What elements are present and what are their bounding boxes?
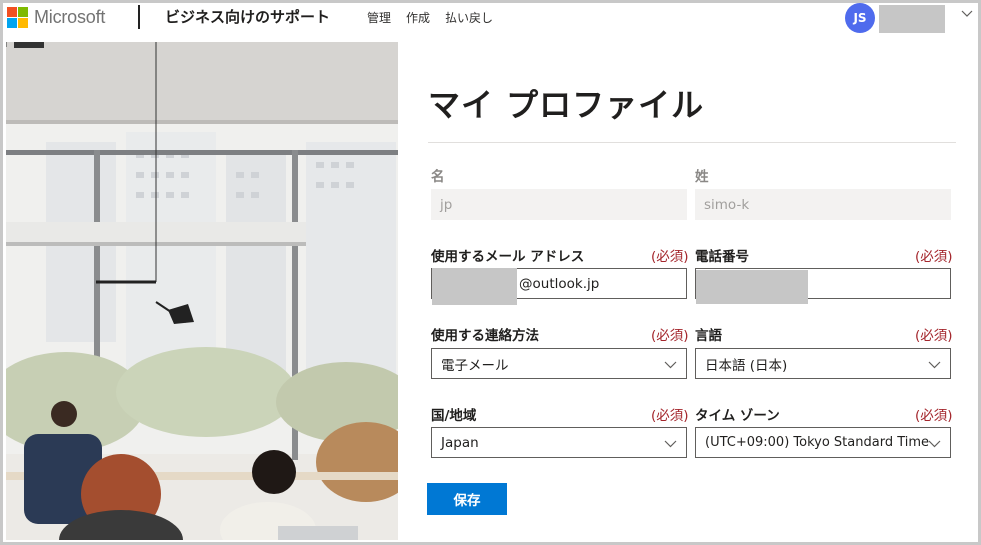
contact-method-value: 電子メール	[441, 357, 509, 374]
phone-required-marker: (必須)	[915, 249, 953, 265]
hero-office-image	[6, 42, 398, 540]
app-title[interactable]: ビジネス向けのサポート	[165, 6, 330, 27]
brand-name[interactable]: Microsoft	[34, 7, 105, 28]
chevron-down-icon	[928, 440, 941, 448]
timezone-value: (UTC+09:00) Tokyo Standard Time	[705, 435, 930, 450]
top-nav: 管理 作成 払い戻し	[367, 9, 493, 26]
phone-field[interactable]	[695, 268, 951, 304]
nav-item-create[interactable]: 作成	[406, 9, 430, 26]
phone-label: 電話番号	[695, 249, 749, 265]
user-name-redacted[interactable]	[879, 5, 945, 33]
language-value: 日本語 (日本)	[705, 357, 788, 374]
contact-method-required-marker: (必須)	[651, 328, 689, 344]
email-domain-value: @outlook.jp	[519, 275, 600, 292]
country-value: Japan	[441, 434, 479, 451]
timezone-required-marker: (必須)	[915, 408, 953, 424]
email-redacted	[432, 268, 517, 305]
chevron-down-icon	[664, 361, 677, 369]
title-divider	[428, 142, 956, 143]
email-required-marker: (必須)	[651, 249, 689, 265]
nav-item-refund[interactable]: 払い戻し	[445, 9, 493, 26]
country-label: 国/地域	[431, 408, 477, 424]
country-required-marker: (必須)	[651, 408, 689, 424]
first-name-label: 名	[431, 169, 445, 185]
language-label: 言語	[695, 328, 722, 344]
nav-item-manage[interactable]: 管理	[367, 9, 391, 26]
email-label: 使用するメール アドレス	[431, 249, 585, 265]
timezone-select[interactable]: (UTC+09:00) Tokyo Standard Time	[695, 427, 951, 458]
country-select[interactable]: Japan	[431, 427, 687, 458]
last-name-field: simo-k	[695, 189, 951, 220]
avatar-initials: JS	[853, 11, 867, 25]
timezone-label: タイム ゾーン	[695, 408, 780, 424]
chevron-down-icon	[928, 361, 941, 369]
contact-method-label: 使用する連絡方法	[431, 328, 539, 344]
account-menu-chevron-down-icon[interactable]	[961, 7, 973, 19]
language-required-marker: (必須)	[915, 328, 953, 344]
microsoft-logo-icon[interactable]	[7, 7, 29, 29]
page-title: マイ プロファイル	[428, 86, 705, 124]
first-name-field: jp	[431, 189, 687, 220]
language-select[interactable]: 日本語 (日本)	[695, 348, 951, 379]
last-name-value: simo-k	[704, 196, 750, 213]
first-name-value: jp	[440, 196, 453, 213]
last-name-label: 姓	[695, 169, 709, 185]
top-header: Microsoft ビジネス向けのサポート 管理 作成 払い戻し JS	[3, 3, 975, 33]
contact-method-select[interactable]: 電子メール	[431, 348, 687, 379]
office-scene-illustration	[6, 42, 398, 540]
email-field[interactable]: @outlook.jp	[431, 268, 687, 305]
avatar[interactable]: JS	[845, 3, 875, 33]
chevron-down-icon	[664, 440, 677, 448]
phone-redacted	[696, 270, 808, 304]
save-button[interactable]: 保存	[427, 483, 507, 515]
profile-form-panel: マイ プロファイル 名 jp 姓 simo-k 使用するメール アドレス (必須…	[398, 42, 975, 540]
header-divider	[138, 5, 140, 29]
